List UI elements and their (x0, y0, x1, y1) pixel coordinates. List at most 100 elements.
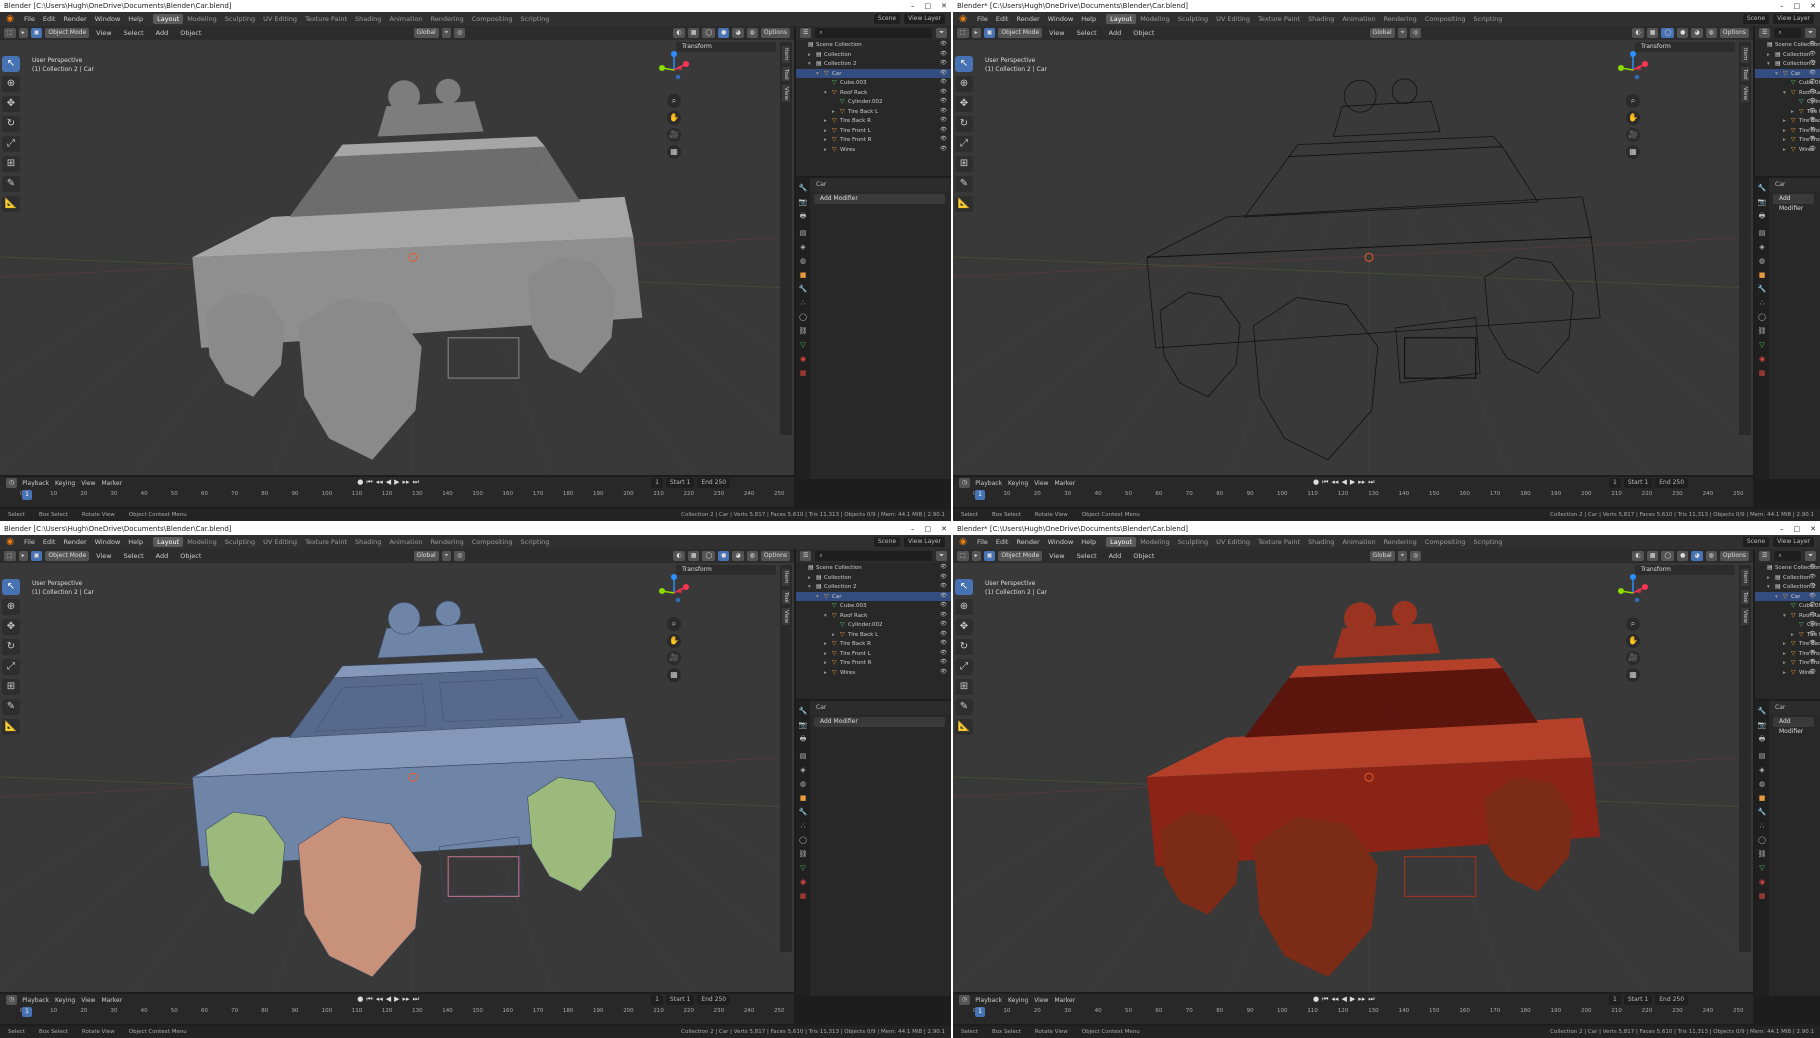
visibility-eye-icon[interactable]: 👁 (1809, 107, 1816, 117)
tool-tab-icon[interactable]: 🔧 (799, 707, 808, 715)
play-icon[interactable]: ▶ (394, 995, 399, 1004)
outliner-row[interactable]: ▽Cube.003👁 (1755, 601, 1820, 611)
minimize-icon[interactable]: – (1780, 0, 1784, 12)
playhead[interactable]: 1 (975, 490, 985, 500)
transform-panel-header[interactable]: Transform (1635, 565, 1735, 575)
jump-start-icon[interactable]: ⏮ (1322, 995, 1328, 1004)
menu-window[interactable]: Window (1044, 15, 1078, 23)
tab-view[interactable]: View (1741, 85, 1749, 103)
visibility-eye-icon[interactable]: 👁 (940, 145, 947, 155)
record-icon[interactable]: ● (1313, 478, 1319, 487)
zoom-icon[interactable]: ⌕ (667, 617, 681, 631)
tab-compositing[interactable]: Compositing (468, 537, 517, 547)
outliner-search-input[interactable]: ⌕ (1774, 551, 1802, 561)
physics-tab-icon[interactable]: ◯ (799, 313, 807, 321)
outliner-row[interactable]: ▾ ▤ Collection 2 👁 (796, 582, 951, 592)
outliner-row[interactable]: ▽Cube.003👁 (796, 78, 951, 88)
visibility-eye-icon[interactable]: 👁 (1809, 649, 1816, 659)
visibility-eye-icon[interactable]: 👁 (1809, 116, 1816, 126)
scene-tab-icon[interactable]: ◈ (800, 243, 805, 251)
physics-tab-icon[interactable]: ◯ (1758, 836, 1766, 844)
visibility-eye-icon[interactable]: 👁 (940, 88, 947, 98)
outliner-editor-icon[interactable]: ☰ (1759, 28, 1771, 38)
navigation-gizmo[interactable] (1613, 50, 1653, 90)
visibility-eye-icon[interactable]: 👁 (1809, 630, 1816, 640)
start-frame-field[interactable]: Start 1 (1623, 995, 1653, 1005)
tab-rendering[interactable]: Rendering (427, 537, 468, 547)
transform-panel-header[interactable]: Transform (676, 42, 776, 52)
render-tab-icon[interactable]: 📷 (799, 721, 808, 729)
outliner-row[interactable]: ▾ ▤ Collection 2 👁 (796, 59, 951, 69)
material-tab-icon[interactable]: ◉ (1759, 355, 1765, 363)
menu-window[interactable]: Window (1044, 538, 1078, 546)
close-icon[interactable]: ✕ (1810, 0, 1816, 12)
tab-view[interactable]: View (782, 85, 790, 103)
tab-scripting[interactable]: Scripting (517, 537, 554, 547)
tab-item[interactable]: Item (1741, 46, 1749, 63)
visibility-eye-icon[interactable]: 👁 (1809, 50, 1816, 60)
zoom-icon[interactable]: ⌕ (1626, 617, 1640, 631)
outliner-row[interactable]: ▸▽Tire Front L👁 (1755, 649, 1820, 659)
current-frame-field[interactable]: 1 (1609, 995, 1621, 1005)
tab-shading[interactable]: Shading (1304, 14, 1338, 24)
visibility-eye-icon[interactable]: 👁 (1809, 135, 1816, 145)
menu-render[interactable]: Render (1012, 15, 1043, 23)
outliner-row[interactable]: ▸ ▽ Wires 👁 (796, 145, 951, 155)
timeline-editor-icon[interactable]: ◷ (6, 995, 18, 1005)
view-layer-selector[interactable]: View Layer (1773, 537, 1814, 547)
view-layer-tab-icon[interactable]: ▤ (800, 752, 807, 760)
next-key-icon[interactable]: ▸▸ (403, 478, 410, 487)
timeline-menu-playback[interactable]: Playback (22, 997, 49, 1004)
record-icon[interactable]: ● (357, 478, 363, 487)
tab-animation[interactable]: Animation (1338, 14, 1379, 24)
particles-tab-icon[interactable]: ∴ (801, 299, 805, 307)
maximize-icon[interactable]: □ (1794, 523, 1801, 535)
outliner-row[interactable]: ▾ ▽ Car 👁 (1755, 591, 1820, 601)
visibility-eye-icon[interactable]: 👁 (940, 639, 947, 649)
menu-render[interactable]: Render (59, 538, 90, 546)
menu-file[interactable]: File (973, 15, 992, 23)
physics-tab-icon[interactable]: ◯ (1758, 313, 1766, 321)
tab-scripting[interactable]: Scripting (517, 14, 554, 24)
outliner-row[interactable]: ▤ Scene Collection 👁 (1755, 563, 1820, 573)
outliner-row[interactable]: ▸ ▽ Wires 👁 (796, 668, 951, 678)
outliner-row[interactable]: ▸ ▽ Wires 👁 (1755, 668, 1820, 678)
object-tab-icon[interactable]: ■ (800, 271, 807, 279)
tab-layout[interactable]: Layout (1106, 14, 1137, 24)
visibility-eye-icon[interactable]: 👁 (1809, 145, 1816, 155)
outliner-row[interactable]: ▾ ▤ Collection 2 👁 (1755, 59, 1820, 69)
play-reverse-icon[interactable]: ◀ (386, 995, 391, 1004)
tab-sculpting[interactable]: Sculpting (1174, 14, 1212, 24)
tab-rendering[interactable]: Rendering (427, 14, 468, 24)
outliner-row[interactable]: ▽Cube.003👁 (1755, 78, 1820, 88)
tab-modeling[interactable]: Modeling (183, 537, 221, 547)
menu-help[interactable]: Help (124, 538, 147, 546)
pan-hand-icon[interactable]: ✋ (667, 634, 681, 648)
pan-hand-icon[interactable]: ✋ (1626, 634, 1640, 648)
record-icon[interactable]: ● (357, 995, 363, 1004)
outliner-row[interactable]: ▸▽Tire Front L👁 (796, 649, 951, 659)
visibility-eye-icon[interactable]: 👁 (940, 668, 947, 678)
visibility-eye-icon[interactable]: 👁 (1809, 668, 1816, 678)
timeline-menu-marker[interactable]: Marker (101, 480, 122, 487)
outliner-row[interactable]: ▽Cube.003👁 (796, 601, 951, 611)
timeline-menu-marker[interactable]: Marker (1054, 480, 1075, 487)
tab-uv-editing[interactable]: UV Editing (259, 14, 301, 24)
visibility-eye-icon[interactable]: 👁 (940, 50, 947, 60)
timeline-menu-keying[interactable]: Keying (1008, 997, 1028, 1004)
scene-tab-icon[interactable]: ◈ (1759, 766, 1764, 774)
view-layer-selector[interactable]: View Layer (904, 537, 945, 547)
visibility-eye-icon[interactable]: 👁 (940, 40, 947, 50)
visibility-eye-icon[interactable]: 👁 (1809, 126, 1816, 136)
jump-start-icon[interactable]: ⏮ (366, 995, 372, 1004)
visibility-eye-icon[interactable]: 👁 (1809, 69, 1816, 79)
blender-logo-icon[interactable]: ◉ (957, 536, 969, 548)
next-key-icon[interactable]: ▸▸ (403, 995, 410, 1004)
view-layer-tab-icon[interactable]: ▤ (1759, 229, 1766, 237)
tab-scripting[interactable]: Scripting (1470, 14, 1507, 24)
ortho-toggle-icon[interactable]: ▦ (667, 145, 681, 159)
tab-shading[interactable]: Shading (351, 14, 385, 24)
timeline-ruler[interactable]: 0102030405060708090100110120130140150160… (20, 491, 785, 501)
texture-tab-icon[interactable]: ▦ (800, 369, 807, 377)
timeline-menu-keying[interactable]: Keying (1008, 480, 1028, 487)
